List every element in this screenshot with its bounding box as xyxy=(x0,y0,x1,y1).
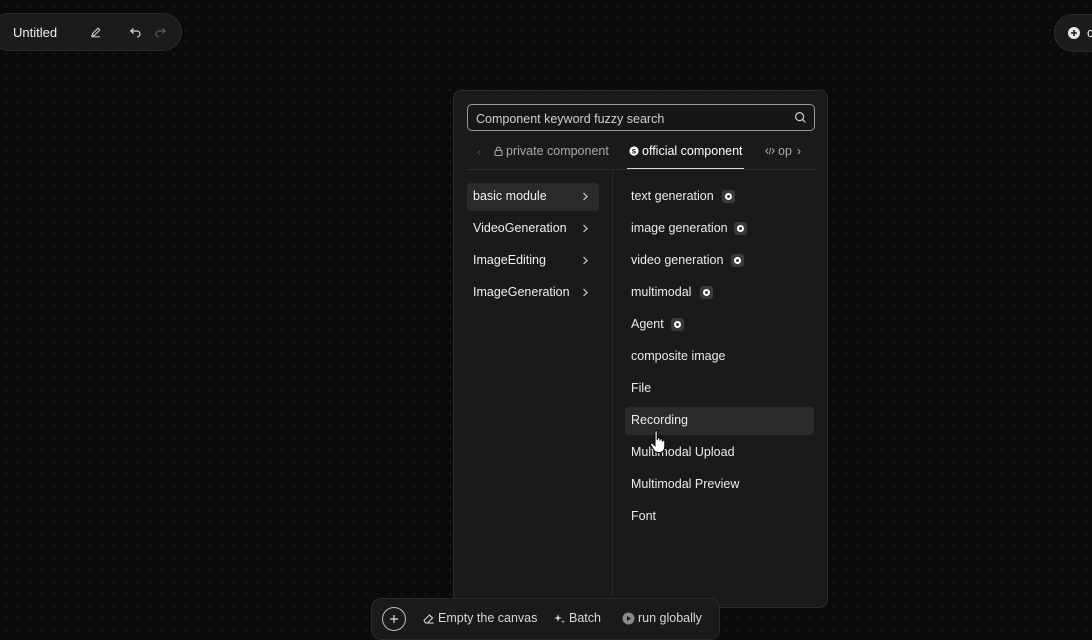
search-box xyxy=(467,104,815,131)
official-badge-icon xyxy=(734,222,747,235)
component-item-label: File xyxy=(631,381,652,395)
undo-icon[interactable] xyxy=(127,24,143,40)
empty-canvas-button[interactable]: Empty the canvas xyxy=(422,611,537,625)
component-item-agent[interactable]: Agent xyxy=(625,311,814,339)
svg-text:S: S xyxy=(632,147,637,155)
column-divider xyxy=(612,169,613,596)
run-globally-button[interactable]: run globally xyxy=(622,611,702,625)
component-item-label: text generation xyxy=(631,189,714,203)
component-item-label: Multimodal Upload xyxy=(631,445,735,459)
category-video-generation[interactable]: VideoGeneration xyxy=(467,215,599,243)
top-right-button-label: c xyxy=(1087,25,1092,40)
official-badge-icon xyxy=(671,318,684,331)
plus-icon xyxy=(390,615,398,623)
component-item-multimodal-preview[interactable]: Multimodal Preview xyxy=(625,471,814,499)
tab-scroll-left-icon[interactable]: ‹ xyxy=(477,145,481,159)
component-item-label: Multimodal Preview xyxy=(631,477,740,491)
component-item-label: image generation xyxy=(631,221,728,235)
component-item-label: multimodal xyxy=(631,285,692,299)
component-item-label: Font xyxy=(631,509,657,523)
search-input[interactable] xyxy=(474,108,788,129)
top-right-button[interactable]: c xyxy=(1054,14,1092,52)
top-toolbar: Untitled xyxy=(0,13,182,51)
batch-label: Batch xyxy=(569,611,601,625)
category-label: ImageGeneration xyxy=(473,285,570,299)
sparkle-icon xyxy=(553,612,566,625)
hand-cursor-icon xyxy=(649,430,666,453)
chevron-right-icon xyxy=(583,224,588,233)
pencil-icon[interactable] xyxy=(88,24,104,40)
tab-official-component[interactable]: S official component xyxy=(629,144,743,158)
category-basic-module[interactable]: basic module xyxy=(467,183,599,211)
eraser-icon xyxy=(422,612,435,625)
lock-icon xyxy=(493,146,503,156)
component-item-file[interactable]: File xyxy=(625,375,814,403)
official-badge-icon xyxy=(731,254,744,267)
batch-button[interactable]: Batch xyxy=(553,611,601,625)
search-icon[interactable] xyxy=(794,111,807,124)
category-label: VideoGeneration xyxy=(473,221,567,235)
component-panel: ‹ private component S official component… xyxy=(453,90,828,608)
tab-op-label: op xyxy=(778,144,792,158)
component-item-label: Recording xyxy=(631,413,688,427)
category-image-editing[interactable]: ImageEditing xyxy=(467,247,599,275)
component-tabs: ‹ private component S official component… xyxy=(467,141,815,170)
active-tab-indicator xyxy=(627,168,744,169)
official-badge-icon xyxy=(700,286,713,299)
category-label: basic module xyxy=(473,189,547,203)
component-item-video-generation[interactable]: video generation xyxy=(625,247,814,275)
tab-private-component[interactable]: private component xyxy=(493,144,609,158)
category-image-generation[interactable]: ImageGeneration xyxy=(467,279,599,307)
category-label: ImageEditing xyxy=(473,253,546,267)
component-item-font[interactable]: Font xyxy=(625,503,814,531)
chevron-right-icon xyxy=(583,256,588,265)
redo-icon[interactable] xyxy=(152,24,168,40)
component-item-label: Agent xyxy=(631,317,664,331)
chevron-right-icon xyxy=(583,288,588,297)
tab-private-label: private component xyxy=(506,144,609,158)
component-item-text-generation[interactable]: text generation xyxy=(625,183,814,211)
plus-circle-icon xyxy=(1068,27,1080,39)
run-icon xyxy=(622,612,635,625)
project-title[interactable]: Untitled xyxy=(13,25,57,40)
chevron-right-icon[interactable]: › xyxy=(797,144,801,158)
official-badge-icon xyxy=(722,190,735,203)
code-icon xyxy=(765,146,775,156)
official-badge-icon: S xyxy=(629,146,639,156)
run-globally-label: run globally xyxy=(638,611,702,625)
component-item-image-generation[interactable]: image generation xyxy=(625,215,814,243)
component-item-label: video generation xyxy=(631,253,724,267)
bottom-toolbar: Empty the canvas Batch run globally xyxy=(371,598,720,640)
empty-canvas-label: Empty the canvas xyxy=(438,611,538,625)
component-item-label: composite image xyxy=(631,349,726,363)
tab-official-label: official component xyxy=(642,144,743,158)
tab-op[interactable]: op xyxy=(765,144,792,158)
chevron-right-icon xyxy=(583,192,588,201)
component-item-composite-image[interactable]: composite image xyxy=(625,343,814,371)
add-node-button[interactable] xyxy=(382,607,406,631)
component-item-multimodal[interactable]: multimodal xyxy=(625,279,814,307)
